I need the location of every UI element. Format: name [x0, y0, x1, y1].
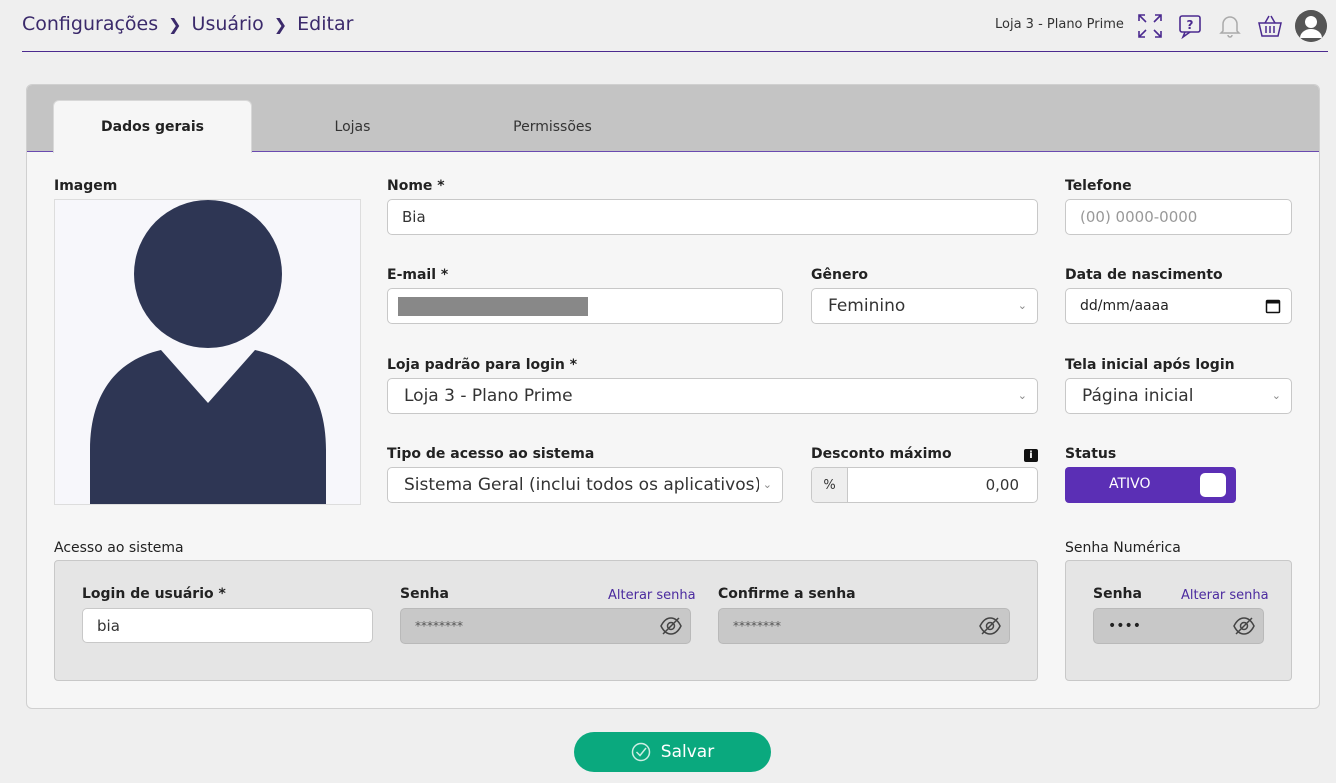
toggle-knob	[1200, 473, 1226, 497]
chevron-down-icon: ⌄	[1271, 389, 1281, 402]
gender-label: Gênero	[811, 267, 868, 283]
name-label: Nome *	[387, 178, 445, 194]
access-type-select[interactable]: Sistema Geral (inclui todos os aplicativ…	[387, 467, 783, 503]
default-store-value: Loja 3 - Plano Prime	[404, 386, 573, 406]
phone-input[interactable]: (00) 0000-0000	[1065, 199, 1292, 235]
tab-bar: Dados gerais Lojas Permissões	[27, 85, 1319, 153]
confirm-password-label: Confirme a senha	[718, 586, 856, 602]
save-label: Salvar	[660, 742, 715, 762]
chevron-right-icon: ❯	[273, 14, 288, 34]
numeric-password-field-label: Senha	[1093, 586, 1142, 602]
status-toggle-label: ATIVO	[1109, 476, 1151, 492]
phone-label: Telefone	[1065, 178, 1132, 194]
confirm-password-input[interactable]: ********	[718, 608, 1010, 644]
tab-general-data[interactable]: Dados gerais	[53, 100, 252, 153]
gender-select[interactable]: Feminino ⌄	[811, 288, 1038, 324]
chevron-down-icon: ⌄	[758, 478, 772, 491]
email-input[interactable]	[387, 288, 783, 324]
eye-off-icon[interactable]	[1233, 616, 1255, 640]
basket-icon[interactable]	[1256, 12, 1284, 40]
chevron-down-icon: ⌄	[1017, 389, 1027, 402]
numeric-password-value: ••••	[1108, 618, 1142, 634]
confirm-password-value: ********	[733, 619, 781, 633]
numeric-password-input[interactable]: ••••	[1093, 608, 1264, 644]
home-screen-select[interactable]: Página inicial ⌄	[1065, 378, 1292, 414]
birthdate-label: Data de nascimento	[1065, 267, 1223, 283]
status-toggle[interactable]: ATIVO	[1065, 467, 1236, 503]
numeric-password-label: Senha Numérica	[1065, 540, 1181, 556]
svg-text:?: ?	[1187, 18, 1194, 32]
login-label: Login de usuário *	[82, 586, 226, 602]
max-discount-value: 0,00	[985, 476, 1019, 494]
breadcrumb-settings[interactable]: Configurações	[22, 13, 158, 35]
birthdate-placeholder: dd/mm/aaaa	[1080, 298, 1169, 314]
birthdate-input[interactable]: dd/mm/aaaa	[1065, 288, 1292, 324]
system-access-label: Acesso ao sistema	[54, 540, 184, 556]
breadcrumb-edit: Editar	[297, 13, 354, 35]
home-screen-value: Página inicial	[1082, 386, 1194, 406]
redacted-email	[398, 297, 588, 316]
check-circle-icon	[631, 742, 651, 762]
password-value: ********	[415, 619, 463, 633]
numeric-password-section: Senha Alterar senha ••••	[1065, 560, 1292, 681]
status-label: Status	[1065, 446, 1117, 462]
save-button[interactable]: Salvar	[574, 732, 771, 772]
tab-permissions[interactable]: Permissões	[453, 100, 652, 153]
top-bar: Configurações ❯ Usuário ❯ Editar Loja 3 …	[0, 0, 1336, 53]
percent-prefix: %	[812, 468, 848, 502]
tab-stores[interactable]: Lojas	[253, 100, 452, 153]
header-divider	[22, 51, 1328, 52]
calendar-icon[interactable]	[1265, 298, 1281, 318]
help-icon[interactable]: ?	[1176, 12, 1204, 40]
info-icon[interactable]: i	[1024, 449, 1038, 462]
breadcrumb-user[interactable]: Usuário	[192, 13, 264, 35]
home-screen-label: Tela inicial após login	[1065, 357, 1235, 373]
max-discount-label: Desconto máximo	[811, 446, 952, 462]
eye-off-icon[interactable]	[979, 616, 1001, 639]
breadcrumb: Configurações ❯ Usuário ❯ Editar	[22, 13, 353, 35]
access-type-label: Tipo de acesso ao sistema	[387, 446, 595, 462]
password-label: Senha	[400, 586, 449, 602]
user-avatar[interactable]	[1295, 10, 1327, 42]
system-access-section: Login de usuário * bia Senha Alterar sen…	[54, 560, 1038, 681]
image-label: Imagem	[54, 178, 118, 194]
chevron-right-icon: ❯	[168, 14, 182, 34]
chevron-down-icon: ⌄	[1017, 299, 1027, 312]
email-label: E-mail *	[387, 267, 449, 283]
current-store[interactable]: Loja 3 - Plano Prime	[995, 17, 1124, 32]
user-form-card: Dados gerais Lojas Permissões Imagem Nom…	[26, 84, 1320, 709]
default-store-select[interactable]: Loja 3 - Plano Prime ⌄	[387, 378, 1038, 414]
name-input[interactable]: Bia	[387, 199, 1038, 235]
change-numeric-password-link[interactable]: Alterar senha	[1181, 588, 1269, 603]
login-input[interactable]: bia	[82, 608, 373, 643]
access-type-value: Sistema Geral (inclui todos os aplicativ…	[404, 475, 762, 495]
eye-off-icon[interactable]	[660, 616, 682, 639]
change-password-link[interactable]: Alterar senha	[608, 588, 696, 603]
password-input[interactable]: ********	[400, 608, 691, 644]
gender-value: Feminino	[828, 296, 906, 316]
user-image[interactable]	[54, 199, 361, 505]
max-discount-input[interactable]: % 0,00	[811, 467, 1038, 503]
fullscreen-icon[interactable]	[1136, 12, 1164, 40]
default-store-label: Loja padrão para login *	[387, 357, 578, 373]
bell-icon[interactable]	[1216, 12, 1244, 40]
